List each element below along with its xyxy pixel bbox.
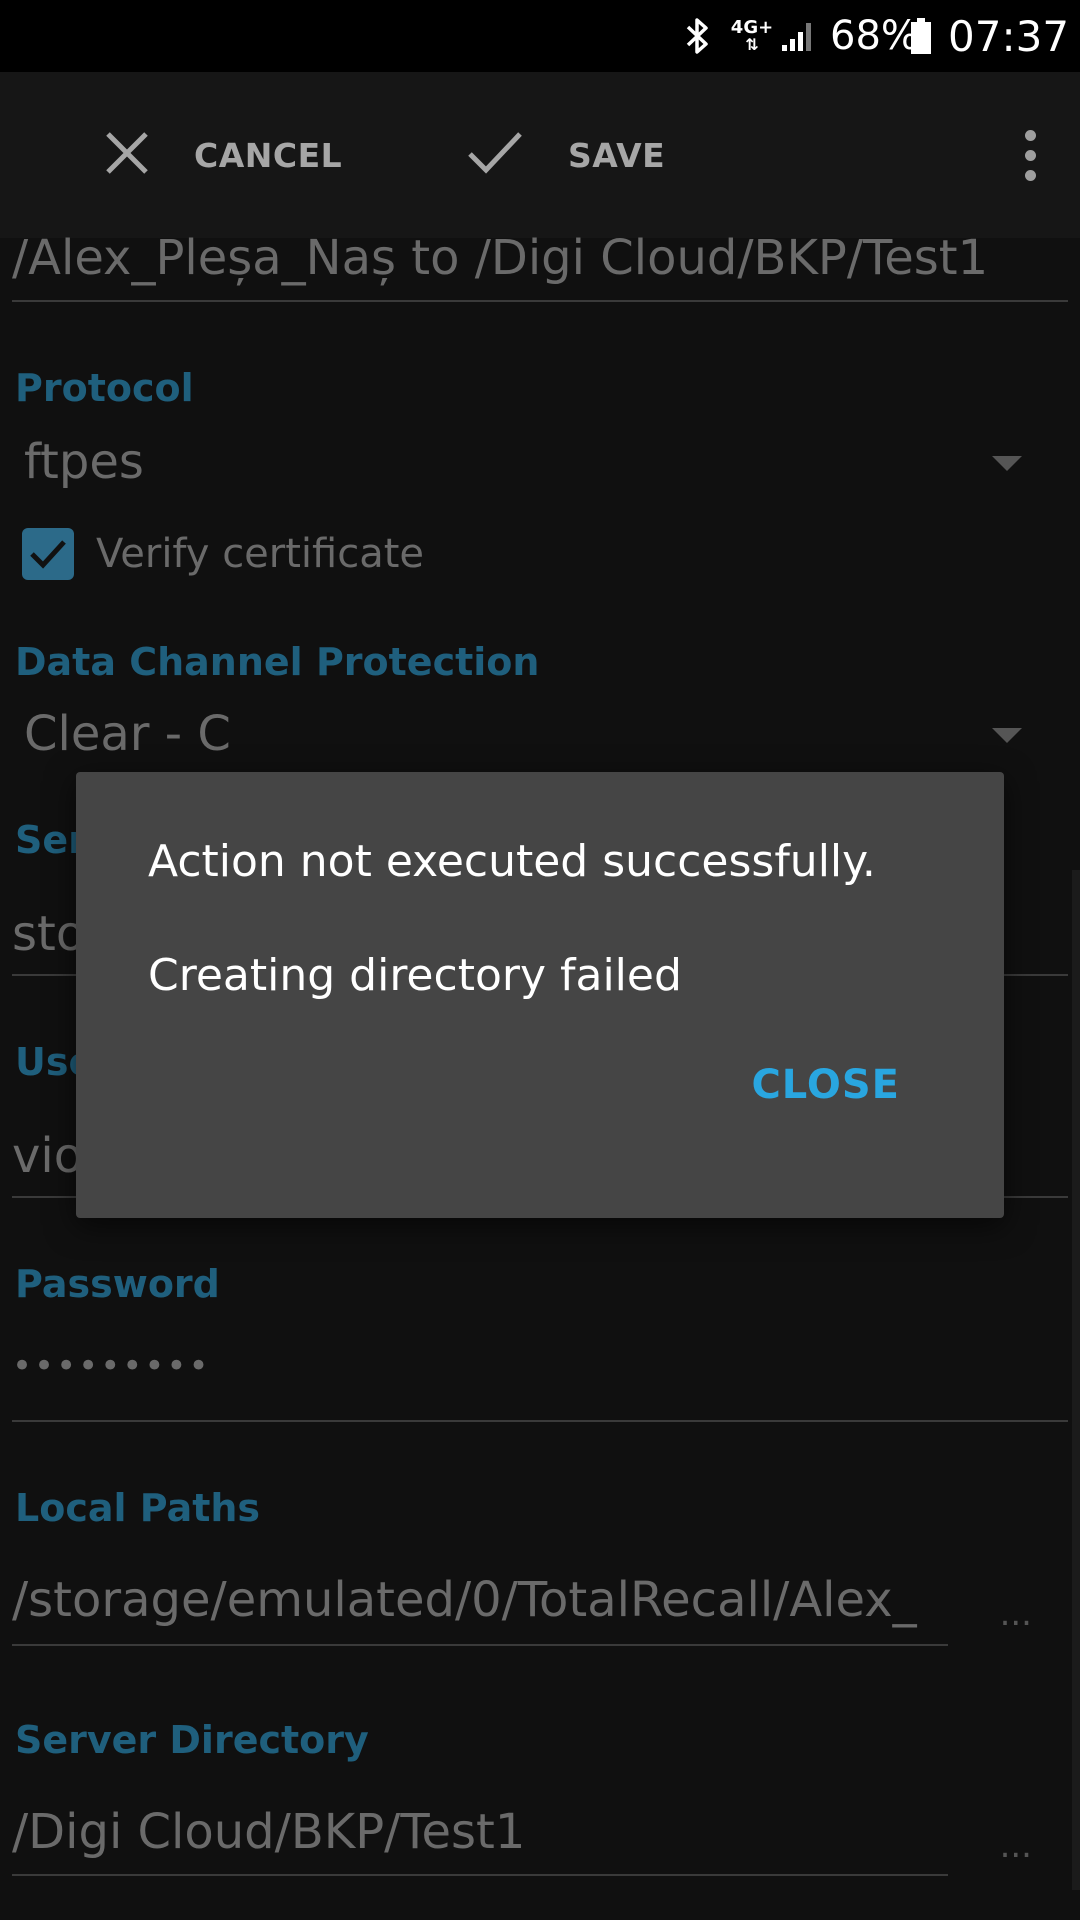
chevron-down-icon <box>992 456 1022 471</box>
verify-certificate-label: Verify certificate <box>96 531 425 577</box>
password-label: Password <box>15 1262 220 1306</box>
close-icon <box>104 130 150 180</box>
save-button[interactable]: SAVE <box>466 72 665 238</box>
cancel-button[interactable]: CANCEL <box>104 72 342 238</box>
protocol-label: Protocol <box>15 366 194 410</box>
chevron-down-icon <box>992 728 1022 743</box>
battery-icon <box>910 0 934 72</box>
battery-percentage: 68% <box>830 13 919 59</box>
clock: 07:37 <box>948 11 1070 61</box>
save-label: SAVE <box>568 135 666 175</box>
checkmark-icon <box>466 130 524 180</box>
data-channel-protection-label: Data Channel Protection <box>15 640 540 684</box>
action-toolbar: CANCEL SAVE <box>0 72 1080 238</box>
server-directory-browse-button[interactable]: ... <box>1000 1826 1032 1866</box>
scrollbar[interactable] <box>1072 870 1080 1890</box>
status-bar: 4G+ ⇅ 68% 07:37 <box>0 0 1080 72</box>
close-button[interactable]: CLOSE <box>751 1062 900 1108</box>
server-field[interactable]: sto <box>12 906 85 962</box>
signal-strength-icon <box>780 0 818 72</box>
data-arrows-icon: ⇅ <box>745 35 759 54</box>
password-field[interactable]: ••••••••• <box>12 1346 211 1386</box>
name-field[interactable]: /Alex_Pleșa_Naș to /Digi Cloud/BKP/Test1 <box>12 230 988 286</box>
verify-certificate-checkbox[interactable] <box>22 528 74 580</box>
local-paths-browse-button[interactable]: ... <box>1000 1594 1032 1634</box>
local-paths-label: Local Paths <box>15 1486 261 1530</box>
bluetooth-icon <box>682 0 716 72</box>
server-directory-label: Server Directory <box>15 1718 369 1762</box>
dialog-title: Action not executed successfully. <box>148 836 876 887</box>
overflow-menu-icon[interactable] <box>1010 72 1050 238</box>
dialog-message: Creating directory failed <box>148 950 682 1001</box>
local-paths-field[interactable]: /storage/emulated/0/TotalRecall/Alex_ <box>12 1572 948 1628</box>
data-channel-protection-select[interactable]: Clear - C <box>24 706 231 762</box>
network-type-indicator: 4G+ ⇅ <box>730 17 774 54</box>
server-directory-field[interactable]: /Digi Cloud/BKP/Test1 <box>12 1804 525 1860</box>
username-field[interactable]: vio <box>12 1128 83 1184</box>
error-dialog: Action not executed successfully. Creati… <box>76 772 1004 1218</box>
cancel-label: CANCEL <box>194 135 343 175</box>
protocol-select[interactable]: ftpes <box>24 434 144 490</box>
